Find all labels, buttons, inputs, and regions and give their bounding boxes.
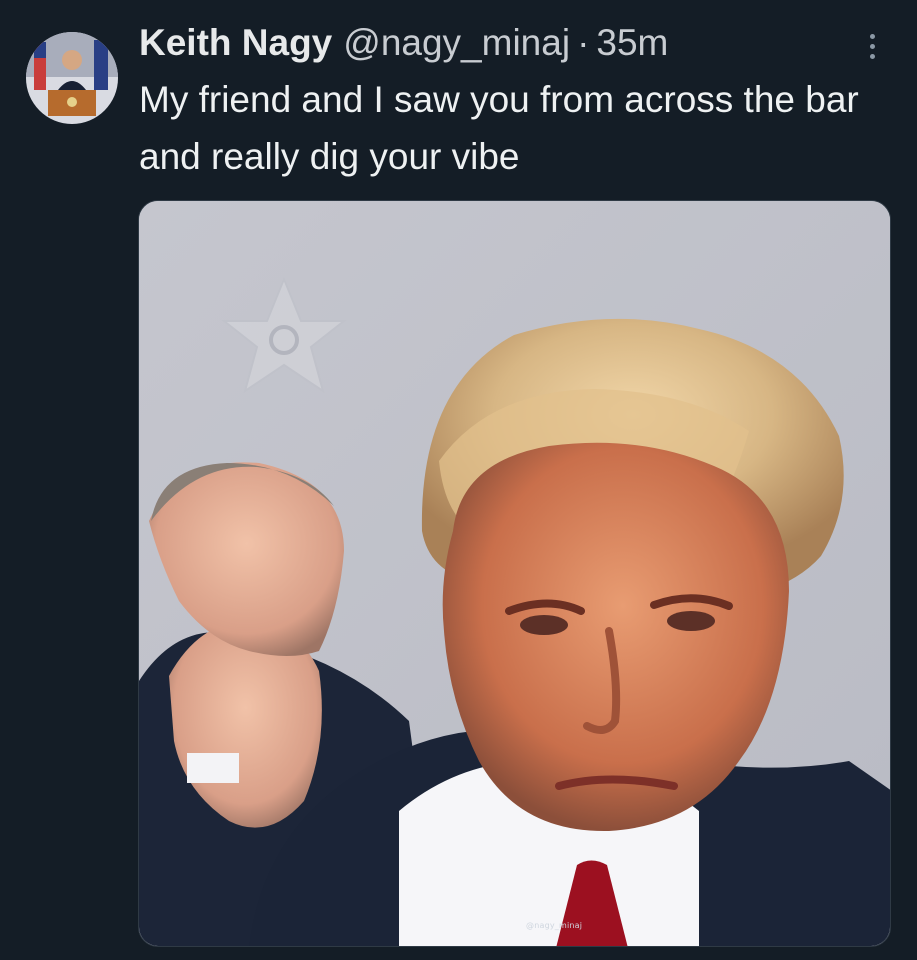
- tweet-text: My friend and I saw you from across the …: [139, 79, 859, 177]
- profile-avatar[interactable]: [26, 32, 118, 124]
- tweet-photo[interactable]: [138, 200, 891, 947]
- tweet-timestamp[interactable]: 35m: [596, 20, 668, 66]
- header-separator: ·: [577, 22, 590, 63]
- author-handle[interactable]: @nagy_minaj: [343, 20, 570, 66]
- media-watermark-text: @nagy_minaj: [526, 921, 583, 930]
- tweet-card[interactable]: Keith Nagy @nagy_minaj · 35m My friend a…: [0, 0, 917, 960]
- author-display-name[interactable]: Keith Nagy: [139, 20, 332, 66]
- more-dot: [869, 53, 875, 59]
- tweet-header: Keith Nagy @nagy_minaj · 35m: [139, 20, 879, 66]
- avatar-image: [26, 32, 118, 124]
- photo-image: [139, 201, 890, 946]
- more-dot: [869, 43, 875, 49]
- more-dot: [869, 33, 875, 39]
- more-options-icon[interactable]: [857, 28, 887, 64]
